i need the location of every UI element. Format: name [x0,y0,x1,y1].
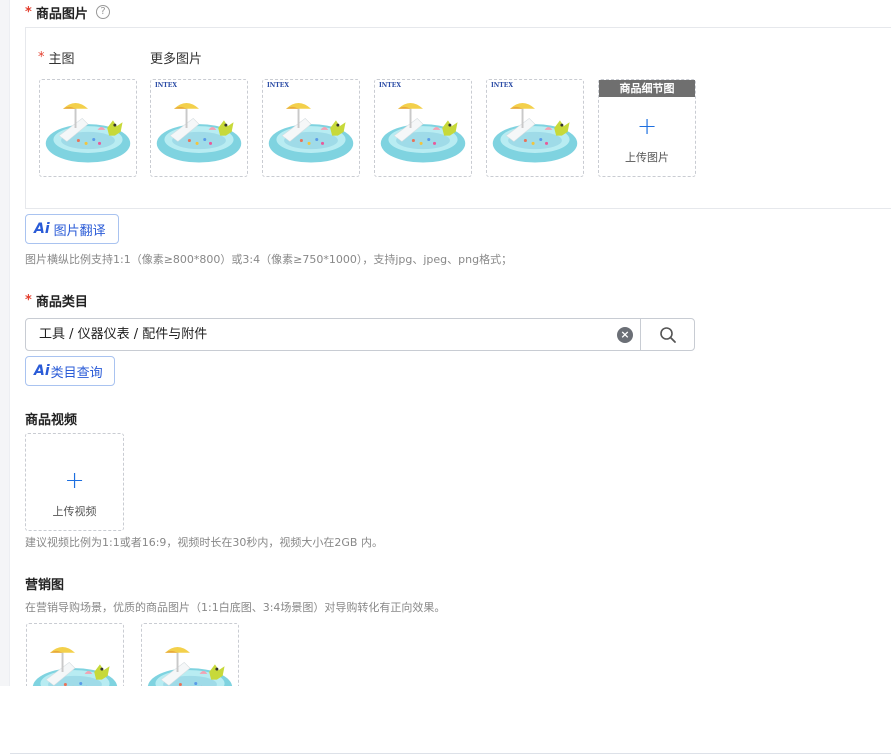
more-image-thumb[interactable]: INTEX [262,79,360,177]
product-image [375,80,471,176]
video-title: 商品视频 [25,412,78,428]
category-search-button[interactable] [640,319,694,350]
video-hint: 建议视频比例为1:1或者16:9，视频时长在30秒内，视频大小在2GB 内。 [25,536,383,549]
upload-image-text: 上传图片 [625,151,669,164]
ai-icon: Ai [34,221,50,237]
brand-logo: INTEX [267,82,289,89]
image-translate-label: 图片翻译 [53,223,106,239]
product-image [263,80,359,176]
required-mark: * [25,4,32,20]
ai-icon: Ai [34,363,50,379]
plus-icon: + [64,466,85,494]
product-image [151,80,247,176]
product-images-title: 商品图片 [35,6,88,22]
question-circle-icon[interactable]: ? [96,5,110,19]
product-image [40,80,136,176]
video-upload[interactable]: + 上传视频 [25,433,124,531]
brand-logo: INTEX [491,82,513,89]
divider [10,753,891,754]
main-image-thumb[interactable] [39,79,137,177]
more-image-thumb[interactable]: INTEX [486,79,584,177]
more-image-thumb[interactable]: INTEX [374,79,472,177]
category-select[interactable]: 工具 / 仪器仪表 / 配件与附件 × [25,318,695,351]
left-edge [0,0,10,756]
brand-logo: INTEX [155,82,177,89]
category-query-label: 类目查询 [50,365,103,381]
main-image-label: * 主图 [38,47,75,67]
product-images-label: * 商品图片 [25,2,88,22]
video-label: 商品视频 [25,408,77,428]
close-circle-icon[interactable]: × [617,327,633,343]
marketing-hint: 在营销导购场景，优质的商品图片（1:1白底图、3:4场景图）对导购转化有正向效果… [25,601,446,614]
brand-logo: INTEX [379,82,401,89]
category-title: 商品类目 [35,294,88,310]
required-mark: * [25,292,32,308]
upload-video-text: 上传视频 [52,505,97,518]
plus-icon: + [636,112,658,140]
category-value: 工具 / 仪器仪表 / 配件与附件 [39,327,208,342]
detail-image-header: 商品细节图 [599,80,695,97]
category-label: * 商品类目 [25,290,88,310]
required-mark: * [38,49,45,65]
more-images-text: 更多图片 [150,51,203,67]
category-query-button[interactable]: Ai 类目查询 [25,356,115,386]
marketing-label: 营销图 [25,573,64,593]
more-image-thumb[interactable]: INTEX [150,79,248,177]
more-images-label: 更多图片 [150,47,202,67]
bottom-blank-area [0,686,891,756]
product-image [487,80,583,176]
main-image-text: 主图 [48,51,75,67]
detail-image-upload[interactable]: 商品细节图 + 上传图片 [598,79,696,177]
image-hint: 图片横纵比例支持1:1（像素≥800*800）或3:4（像素≥750*1000）… [25,253,513,266]
image-translate-button[interactable]: Ai 图片翻译 [25,214,119,244]
search-icon [659,326,676,343]
marketing-title: 营销图 [25,577,65,593]
